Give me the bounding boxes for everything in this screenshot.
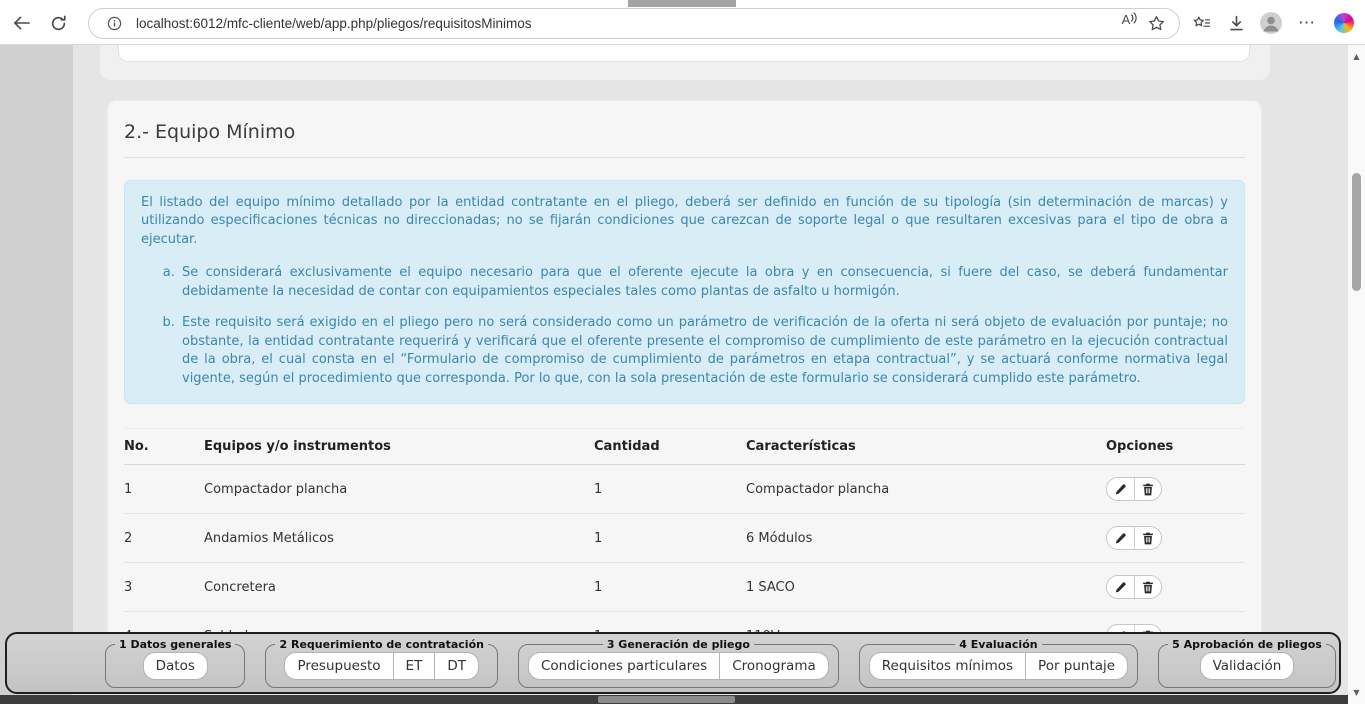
vertical-scrollbar[interactable]: ▲ ▼ [1348, 45, 1365, 704]
address-bar[interactable]: localhost:6012/mfc-cliente/web/app.php/p… [88, 8, 1180, 39]
trash-icon [1142, 532, 1154, 545]
wizard-button-validacion[interactable]: Validación [1200, 652, 1295, 680]
favorite-star-icon[interactable] [1143, 12, 1169, 36]
equipo-minimo-card: 2.- Equipo Mínimo El listado del equipo … [107, 100, 1262, 645]
col-header-caracteristicas: Características [746, 429, 1106, 465]
col-header-equipos: Equipos y/o instrumentos [204, 429, 594, 465]
wizard-button-condiciones-particulares[interactable]: Condiciones particulares [528, 652, 720, 680]
wizard-group-legend: 5 Aprobación de pliegos [1168, 638, 1326, 651]
wizard-button-por-puntaje[interactable]: Por puntaje [1026, 652, 1128, 680]
pencil-icon [1114, 581, 1127, 594]
page-viewport: 2.- Equipo Mínimo El listado del equipo … [0, 45, 1365, 704]
wizard-group-datos-generales: 1 Datos generales Datos [105, 638, 245, 688]
row-options [1106, 526, 1162, 550]
wizard-button-dt[interactable]: DT [435, 652, 479, 680]
wizard-group-legend: 4 Evaluación [955, 638, 1041, 651]
section-title: 2.- Equipo Mínimo [124, 115, 1245, 158]
delete-button[interactable] [1134, 478, 1161, 500]
wizard-bar: 1 Datos generales Datos 2 Requerimiento … [5, 632, 1341, 694]
delete-button[interactable] [1134, 576, 1161, 598]
page-left-margin [0, 45, 73, 704]
wizard-group-requerimiento: 2 Requerimiento de contratación Presupue… [265, 638, 497, 688]
info-item-a: Se considerará exclusivamente el equipo … [179, 264, 1228, 301]
col-header-opciones: Opciones [1106, 429, 1245, 465]
info-alert: El listado del equipo mínimo detallado p… [124, 180, 1245, 404]
wizard-button-presupuesto[interactable]: Presupuesto [284, 652, 393, 680]
wizard-group-legend: 1 Datos generales [115, 638, 235, 651]
previous-section-remnant [100, 45, 1270, 80]
wizard-group-legend: 3 Generación de pliego [603, 638, 754, 651]
wizard-group-evaluacion: 4 Evaluación Requisitos mínimos Por punt… [859, 638, 1138, 688]
info-list: Se considerará exclusivamente el equipo … [141, 264, 1228, 388]
back-button[interactable] [9, 13, 33, 33]
browser-chrome: localhost:6012/mfc-cliente/web/app.php/p… [0, 0, 1365, 45]
row-options [1106, 575, 1162, 599]
collections-icon[interactable] [1188, 11, 1214, 35]
row-options [1106, 477, 1162, 501]
info-item-b: Este requisito será exigido en el pliego… [179, 314, 1228, 388]
scroll-up-icon[interactable]: ▲ [1348, 52, 1365, 61]
wizard-group-generacion-pliego: 3 Generación de pliego Condiciones parti… [518, 638, 839, 688]
table-row: 2 Andamios Metálicos 1 6 Módulos [124, 514, 1245, 563]
pencil-icon [1114, 532, 1127, 545]
url-text[interactable]: localhost:6012/mfc-cliente/web/app.php/p… [136, 16, 1117, 31]
info-intro: El listado del equipo mínimo detallado p… [141, 194, 1228, 249]
edit-button[interactable] [1107, 576, 1134, 598]
trash-icon [1142, 483, 1154, 496]
wizard-button-et[interactable]: ET [394, 652, 436, 680]
site-info-icon[interactable] [101, 12, 127, 36]
wizard-button-cronograma[interactable]: Cronograma [720, 652, 829, 680]
vertical-scrollbar-thumb[interactable] [1352, 173, 1361, 291]
downloads-icon[interactable] [1223, 11, 1249, 35]
browser-menu-icon[interactable]: ⋯ [1294, 11, 1320, 35]
col-header-cantidad: Cantidad [594, 429, 746, 465]
tab-strip-remnant [628, 0, 736, 7]
wizard-group-legend: 2 Requerimiento de contratación [275, 638, 487, 651]
wizard-button-datos[interactable]: Datos [143, 652, 208, 680]
table-row: 1 Compactador plancha 1 Compactador plan… [124, 465, 1245, 514]
horizontal-scrollbar-thumb[interactable] [598, 696, 735, 703]
edit-button[interactable] [1107, 527, 1134, 549]
wizard-button-requisitos-minimos[interactable]: Requisitos mínimos [869, 652, 1026, 680]
previous-card-bottom [118, 45, 1250, 62]
back-arrow-icon [12, 15, 31, 31]
edit-button[interactable] [1107, 478, 1134, 500]
profile-avatar[interactable] [1258, 11, 1284, 35]
read-aloud-icon[interactable]: A [1117, 12, 1143, 36]
delete-button[interactable] [1134, 527, 1161, 549]
wizard-group-aprobacion-pliegos: 5 Aprobación de pliegos Validación [1158, 638, 1336, 688]
col-header-no: No. [124, 429, 204, 465]
copilot-icon[interactable] [1331, 11, 1357, 35]
horizontal-scrollbar[interactable] [0, 695, 1348, 704]
table-row: 3 Concretera 1 1 SACO [124, 563, 1245, 612]
table-header-row: No. Equipos y/o instrumentos Cantidad Ca… [124, 429, 1245, 465]
scroll-down-icon[interactable]: ▼ [1348, 688, 1365, 697]
pencil-icon [1114, 483, 1127, 496]
trash-icon [1142, 581, 1154, 594]
reload-button[interactable] [46, 13, 70, 33]
reload-icon [50, 15, 67, 32]
content-area: 2.- Equipo Mínimo El listado del equipo … [73, 45, 1348, 704]
equipment-table: No. Equipos y/o instrumentos Cantidad Ca… [124, 428, 1245, 645]
